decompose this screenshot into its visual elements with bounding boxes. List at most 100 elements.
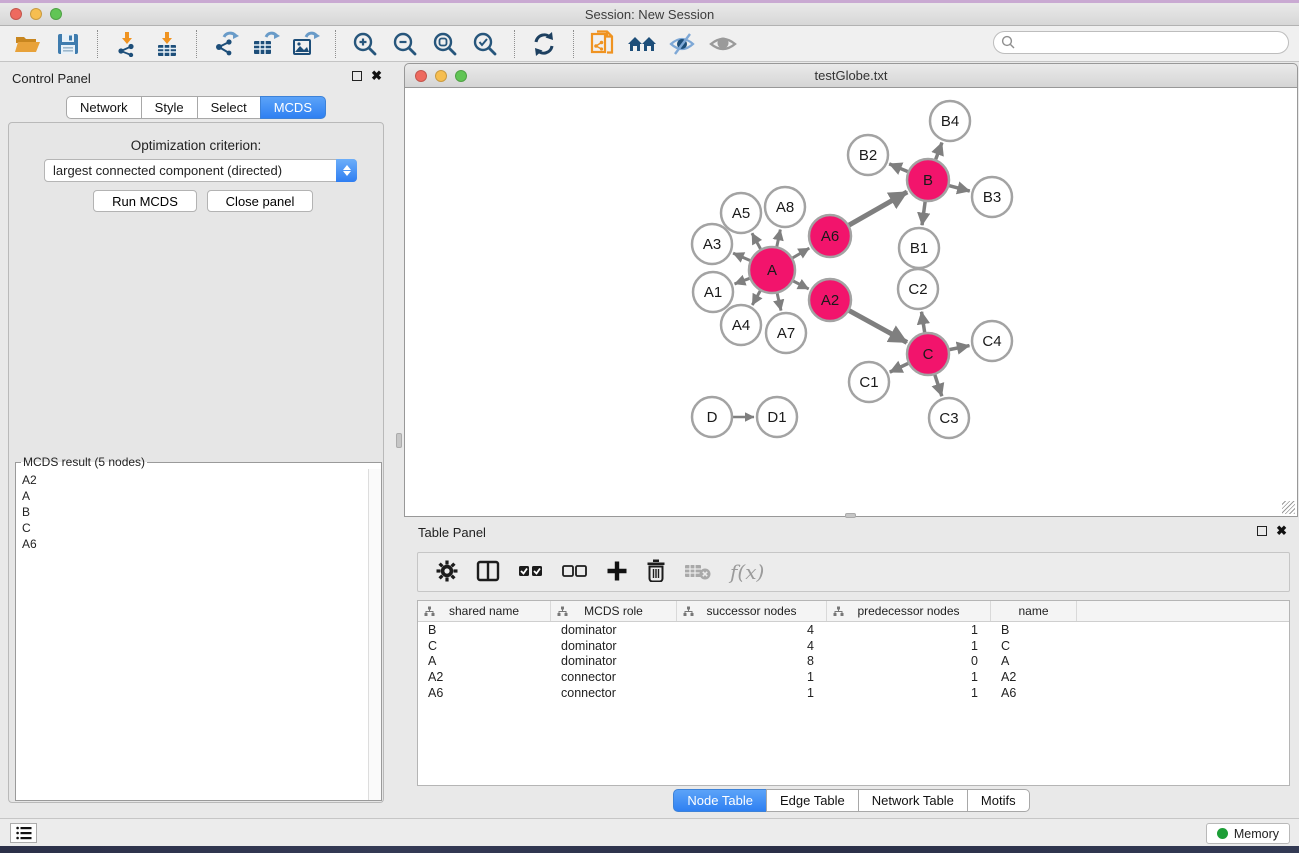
table-cell[interactable]: 4 <box>677 623 827 637</box>
network-node-A5[interactable]: A5 <box>721 193 761 233</box>
network-edge-A6-B[interactable] <box>847 192 907 226</box>
network-node-A4[interactable]: A4 <box>721 305 761 345</box>
table-row[interactable]: A6connector11A6 <box>418 685 1289 701</box>
search-input[interactable] <box>1020 34 1288 52</box>
close-panel-icon[interactable]: ✖ <box>1276 526 1287 536</box>
network-edge-B-B3[interactable] <box>947 185 969 191</box>
close-panel-icon[interactable]: ✖ <box>371 71 382 81</box>
add-column-button[interactable] <box>606 560 628 585</box>
network-edge-A-A7[interactable] <box>777 291 781 310</box>
tab-mcds[interactable]: MCDS <box>260 96 326 119</box>
table-cell[interactable]: 1 <box>677 686 827 700</box>
table-cell[interactable]: 1 <box>827 639 991 653</box>
table-cell[interactable]: A6 <box>991 686 1077 700</box>
network-edge-A-A1[interactable] <box>735 278 752 284</box>
network-node-A6[interactable]: A6 <box>809 215 851 257</box>
network-node-B3[interactable]: B3 <box>972 177 1012 217</box>
export-table-button[interactable] <box>246 29 286 59</box>
zoom-selected-button[interactable] <box>465 29 505 59</box>
table-cell[interactable]: 1 <box>827 686 991 700</box>
network-edge-A-A8[interactable] <box>776 230 780 249</box>
apply-function-button[interactable]: f(x) <box>730 560 764 584</box>
table-cell[interactable]: dominator <box>551 654 677 668</box>
network-node-B1[interactable]: B1 <box>899 228 939 268</box>
network-window-titlebar[interactable]: testGlobe.txt <box>404 63 1298 88</box>
save-session-button[interactable] <box>48 29 88 59</box>
hide-graphics-details-button[interactable] <box>663 29 703 59</box>
table-row[interactable]: Cdominator41C <box>418 638 1289 654</box>
table-cell[interactable]: dominator <box>551 623 677 637</box>
network-node-D[interactable]: D <box>692 397 732 437</box>
network-node-C[interactable]: C <box>907 333 949 375</box>
vertical-scroll-thumb[interactable] <box>396 433 402 448</box>
tab-node-table[interactable]: Node Table <box>673 789 767 812</box>
birdseye-view-button[interactable] <box>703 29 743 59</box>
zoom-fit-button[interactable] <box>425 29 465 59</box>
network-node-A1[interactable]: A1 <box>693 272 733 312</box>
show-all-networks-button[interactable] <box>623 29 663 59</box>
network-node-C2[interactable]: C2 <box>898 269 938 309</box>
deselect-all-columns-button[interactable] <box>562 560 588 585</box>
delete-column-button[interactable] <box>646 559 666 585</box>
table-cell[interactable]: connector <box>551 686 677 700</box>
network-edge-A-A6[interactable] <box>791 248 809 259</box>
import-network-button[interactable] <box>107 29 147 59</box>
table-cell[interactable]: C <box>991 639 1077 653</box>
mcds-result-item[interactable]: A6 <box>22 536 368 552</box>
mcds-result-item[interactable]: B <box>22 504 368 520</box>
task-history-button[interactable] <box>10 823 37 843</box>
table-cell[interactable]: dominator <box>551 639 677 653</box>
table-cell[interactable]: 8 <box>677 654 827 668</box>
table-cell[interactable]: connector <box>551 670 677 684</box>
export-image-button[interactable] <box>286 29 326 59</box>
network-node-B[interactable]: B <box>907 159 949 201</box>
network-edge-A2-C[interactable] <box>848 310 907 343</box>
network-edge-C-C2[interactable] <box>921 312 924 335</box>
network-edge-A-A4[interactable] <box>752 289 761 305</box>
column-header-successor-nodes[interactable]: successor nodes <box>677 601 827 621</box>
table-cell[interactable]: 0 <box>827 654 991 668</box>
table-cell[interactable]: A2 <box>991 670 1077 684</box>
search-field[interactable] <box>993 31 1289 54</box>
network-node-A8[interactable]: A8 <box>765 187 805 227</box>
table-cell[interactable]: A <box>418 654 551 668</box>
zoom-in-button[interactable] <box>345 29 385 59</box>
column-header-shared-name[interactable]: shared name <box>418 601 551 621</box>
tab-select[interactable]: Select <box>197 96 261 119</box>
table-cell[interactable]: B <box>991 623 1077 637</box>
select-all-columns-button[interactable] <box>518 560 544 585</box>
network-edge-A-A3[interactable] <box>733 253 752 261</box>
tab-motifs[interactable]: Motifs <box>967 789 1030 812</box>
network-edge-A-A5[interactable] <box>752 233 762 250</box>
zoom-out-button[interactable] <box>385 29 425 59</box>
float-panel-icon[interactable] <box>352 71 362 81</box>
tab-network-table[interactable]: Network Table <box>858 789 968 812</box>
table-row[interactable]: Bdominator41B <box>418 622 1289 638</box>
table-cell[interactable]: 1 <box>827 623 991 637</box>
table-row[interactable]: A2connector11A2 <box>418 669 1289 685</box>
network-edge-C-C4[interactable] <box>948 346 970 350</box>
table-cell[interactable]: C <box>418 639 551 653</box>
network-node-C1[interactable]: C1 <box>849 362 889 402</box>
tab-style[interactable]: Style <box>141 96 198 119</box>
mcds-result-item[interactable]: C <box>22 520 368 536</box>
network-node-A2[interactable]: A2 <box>809 279 851 321</box>
network-edge-B-B2[interactable] <box>889 164 909 172</box>
network-node-A7[interactable]: A7 <box>766 313 806 353</box>
table-cell[interactable]: A2 <box>418 670 551 684</box>
table-cell[interactable]: 1 <box>677 670 827 684</box>
table-cell[interactable]: B <box>418 623 551 637</box>
network-edge-C-C3[interactable] <box>934 373 942 396</box>
network-node-B4[interactable]: B4 <box>930 101 970 141</box>
column-header-MCDS-role[interactable]: MCDS role <box>551 601 677 621</box>
tab-network[interactable]: Network <box>66 96 142 119</box>
criterion-dropdown[interactable]: largest connected component (directed) <box>44 159 357 182</box>
column-header-predecessor-nodes[interactable]: predecessor nodes <box>827 601 991 621</box>
table-row[interactable]: Adominator80A <box>418 653 1289 669</box>
run-mcds-button[interactable]: Run MCDS <box>93 190 197 212</box>
table-cell[interactable]: A <box>991 654 1077 668</box>
tab-edge-table[interactable]: Edge Table <box>766 789 859 812</box>
mcds-result-list[interactable]: A2ABCA6 <box>16 469 368 800</box>
close-panel-button[interactable]: Close panel <box>207 190 313 212</box>
mcds-result-item[interactable]: A2 <box>22 472 368 488</box>
